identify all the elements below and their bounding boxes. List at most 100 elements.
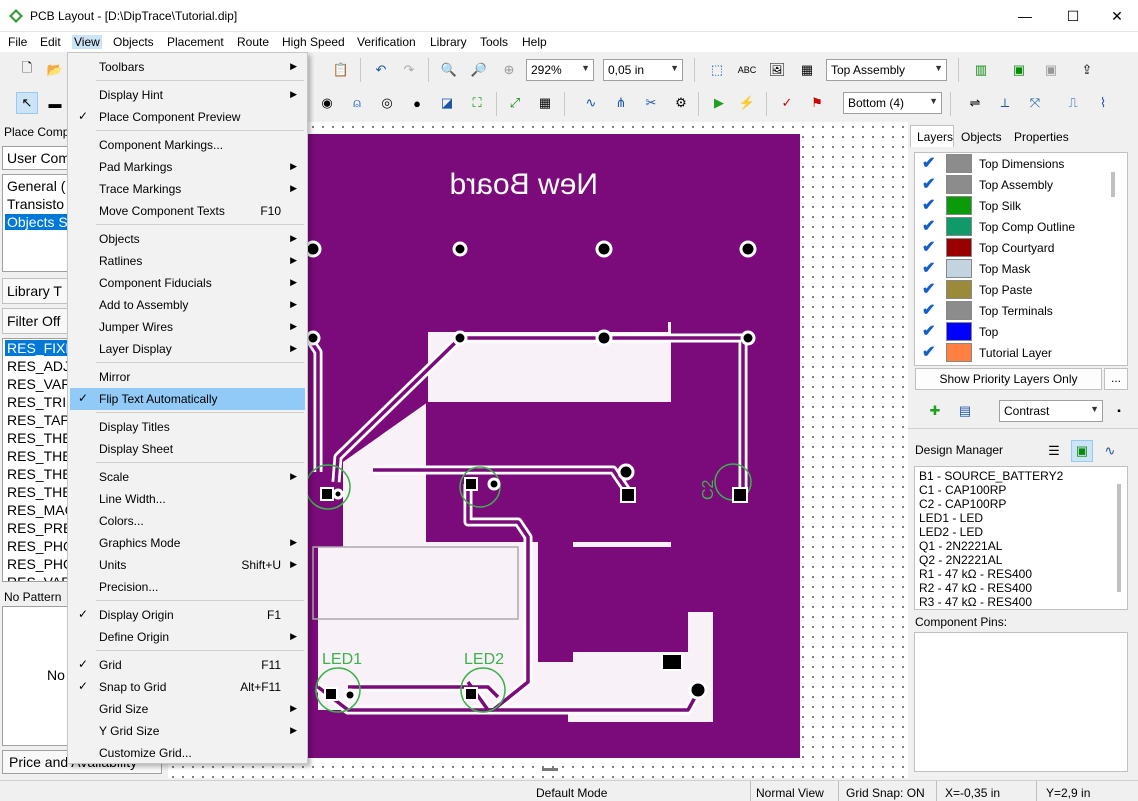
list-item[interactable]: RES_THE bbox=[7, 448, 72, 464]
group-item[interactable]: General ( bbox=[7, 178, 65, 194]
redo-icon[interactable]: ↷ bbox=[398, 59, 420, 81]
menu-item-trace-markings[interactable]: Trace Markings ▶ bbox=[70, 178, 305, 200]
pointer-icon[interactable]: ↖ bbox=[16, 92, 38, 114]
zoom-in-icon[interactable]: 🔍 bbox=[438, 59, 460, 81]
hole-icon[interactable]: ◎ bbox=[376, 92, 398, 114]
layer-row[interactable]: ✔ Top Terminals bbox=[916, 300, 1110, 321]
design-manager-item[interactable]: C2 - CAP100RP bbox=[919, 497, 1006, 511]
design-manager-item[interactable]: B1 - SOURCE_BATTERY2 bbox=[919, 469, 1063, 483]
layer-row[interactable]: ✔ Top Paste bbox=[916, 279, 1110, 300]
list-item[interactable]: RES_MAG bbox=[7, 502, 75, 518]
menu-item-component-markings[interactable]: Component Markings... bbox=[70, 134, 305, 156]
undo-icon[interactable]: ↶ bbox=[370, 59, 392, 81]
layer-color-swatch[interactable] bbox=[946, 175, 972, 194]
menu-item-precision[interactable]: Precision... bbox=[70, 576, 305, 598]
menu-item-component-fiducials[interactable]: Component Fiducials ▶ bbox=[70, 272, 305, 294]
menu-item-graphics-mode[interactable]: Graphics Mode ▶ bbox=[70, 532, 305, 554]
menu-item-display-hint[interactable]: Display Hint ▶ bbox=[70, 84, 305, 106]
menu-item-move-component-texts[interactable]: Move Component Texts F10 bbox=[70, 200, 305, 222]
qr-code-icon[interactable]: ▦ bbox=[796, 59, 818, 81]
shape-icon[interactable]: ◪ bbox=[436, 92, 458, 114]
menu-item-grid[interactable]: ✓ Grid F11 bbox=[70, 654, 305, 676]
menu-item-mirror[interactable]: Mirror bbox=[70, 366, 305, 388]
minimize-button[interactable]: — bbox=[1002, 0, 1048, 32]
menu-item-units[interactable]: Units Shift+U ▶ bbox=[70, 554, 305, 576]
layer-row[interactable]: ✔ Top Courtyard bbox=[916, 237, 1110, 258]
menu-view[interactable]: View bbox=[72, 35, 102, 49]
menu-library[interactable]: Library bbox=[430, 35, 467, 49]
autorouter-setup-icon[interactable]: ⚡ bbox=[736, 92, 758, 114]
chip-disabled-icon[interactable]: ▣ bbox=[1040, 59, 1062, 81]
export-icon[interactable]: ⇪ bbox=[1076, 59, 1098, 81]
layer-visible-checkbox[interactable]: ✔ bbox=[922, 345, 940, 361]
menu-item-customize-grid[interactable]: Customize Grid... bbox=[70, 742, 305, 764]
swap-icon[interactable]: ⇌ bbox=[964, 92, 986, 114]
layer-options-icon[interactable]: ▪ bbox=[1108, 400, 1130, 422]
menu-item-toolbars[interactable]: Toolbars ▶ bbox=[70, 56, 305, 78]
menu-placement[interactable]: Placement bbox=[167, 35, 224, 49]
components-view-icon[interactable]: ▣ bbox=[1071, 440, 1093, 462]
layer-row[interactable]: ✔ Top Assembly bbox=[916, 174, 1110, 195]
layer-visible-checkbox[interactable]: ✔ bbox=[922, 282, 940, 298]
layer-color-swatch[interactable] bbox=[946, 259, 972, 278]
menu-high-speed[interactable]: High Speed bbox=[282, 35, 345, 49]
unroute-icon[interactable]: ✂ bbox=[640, 92, 662, 114]
signal-icon[interactable]: ⎍ bbox=[1062, 92, 1084, 114]
menu-objects[interactable]: Objects bbox=[113, 35, 154, 49]
nets-view-icon[interactable]: ∿ bbox=[1099, 440, 1121, 462]
design-manager-item[interactable]: LED2 - LED bbox=[919, 525, 983, 539]
list-icon[interactable]: ☰ bbox=[1043, 440, 1065, 462]
copper-pour-icon[interactable]: ⛶ bbox=[466, 92, 488, 114]
layer-row[interactable]: ✔ Tutorial Layer bbox=[916, 342, 1110, 363]
layer-row[interactable]: ✔ Top bbox=[916, 321, 1110, 342]
list-item[interactable]: RES_THE bbox=[7, 430, 72, 446]
flip-icon[interactable]: ⤧ bbox=[1024, 92, 1046, 114]
menu-verification[interactable]: Verification bbox=[357, 35, 416, 49]
route-trace-icon[interactable]: ∿ bbox=[580, 92, 602, 114]
tab-layers[interactable]: Layers bbox=[910, 125, 954, 147]
menu-item-y-grid-size[interactable]: Y Grid Size ▶ bbox=[70, 720, 305, 742]
list-item[interactable]: RES_PHO bbox=[7, 556, 74, 572]
component-place-icon[interactable]: ▬ bbox=[44, 92, 66, 114]
menu-edit[interactable]: Edit bbox=[40, 35, 61, 49]
design-manager-item[interactable]: R2 - 47 kΩ - RES400 bbox=[919, 581, 1032, 595]
list-item[interactable]: RES_VAR bbox=[7, 376, 71, 392]
design-manager-item[interactable]: R3 - 47 kΩ - RES400 bbox=[919, 595, 1032, 609]
menu-item-display-titles[interactable]: Display Titles bbox=[70, 416, 305, 438]
menu-item-colors[interactable]: Colors... bbox=[70, 510, 305, 532]
layer-color-swatch[interactable] bbox=[946, 280, 972, 299]
route-branch-icon[interactable]: ⋔ bbox=[610, 92, 632, 114]
zoom-fit-icon[interactable]: ⊕ bbox=[498, 59, 520, 81]
splitter-handle[interactable] bbox=[542, 768, 558, 771]
add-layer-icon[interactable]: ✚ bbox=[924, 400, 946, 422]
align-icon[interactable]: ⟂ bbox=[994, 92, 1016, 114]
show-priority-layers-button[interactable]: Show Priority Layers Only bbox=[915, 368, 1102, 390]
paste-icon[interactable]: 📋 bbox=[330, 59, 352, 81]
layer-row[interactable]: ✔ Top Comp Outline bbox=[916, 216, 1110, 237]
zoom-combo[interactable]: 292% ▼ bbox=[526, 59, 594, 81]
menu-item-pad-markings[interactable]: Pad Markings ▶ bbox=[70, 156, 305, 178]
menu-tools[interactable]: Tools bbox=[480, 35, 508, 49]
menu-item-ratlines[interactable]: Ratlines ▶ bbox=[70, 250, 305, 272]
menu-item-scale[interactable]: Scale ▶ bbox=[70, 466, 305, 488]
grid-size-combo[interactable]: 0,05 in ▼ bbox=[603, 59, 683, 81]
layers-scrollbar[interactable] bbox=[1111, 172, 1115, 197]
menu-item-display-sheet[interactable]: Display Sheet bbox=[70, 438, 305, 460]
assembly-layer-combo[interactable]: Top Assembly ▼ bbox=[826, 59, 947, 81]
design-manager-item[interactable]: R1 - 47 kΩ - RES400 bbox=[919, 567, 1032, 581]
menu-item-flip-text-automatically[interactable]: ✓ Flip Text Automatically bbox=[70, 388, 305, 410]
component-icon[interactable]: ▥ bbox=[970, 59, 992, 81]
table-icon[interactable]: ▦ bbox=[534, 92, 556, 114]
new-file-icon[interactable]: 🗋 bbox=[16, 59, 38, 81]
layer-row[interactable]: ✔ Top Mask bbox=[916, 258, 1110, 279]
list-item[interactable]: RES_THE bbox=[7, 484, 72, 500]
layer-row[interactable]: ✔ Top Dimensions bbox=[916, 153, 1110, 174]
tab-objects[interactable]: Objects bbox=[961, 130, 1002, 144]
cursor-box-icon[interactable]: ⬚ bbox=[706, 59, 728, 81]
list-item[interactable]: RES_VAR bbox=[7, 574, 71, 581]
menu-item-layer-display[interactable]: Layer Display ▶ bbox=[70, 338, 305, 360]
layer-visible-checkbox[interactable]: ✔ bbox=[922, 156, 940, 172]
design-manager-scrollbar[interactable] bbox=[1117, 484, 1121, 592]
layer-row[interactable]: ✔ Top Silk bbox=[916, 195, 1110, 216]
image-icon[interactable]: 🖼 bbox=[766, 59, 788, 81]
